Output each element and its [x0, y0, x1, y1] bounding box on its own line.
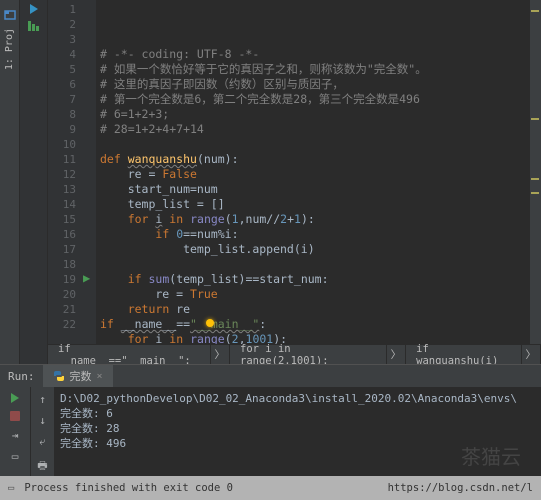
- project-tool-label[interactable]: 1: Proj: [4, 28, 15, 70]
- run-tab[interactable]: 完数 ×: [43, 365, 113, 387]
- line-number-gutter: 12345678910111213141516171819202122: [48, 0, 82, 344]
- breadcrumb-bar: if __name__=="__main__":〉for i in range(…: [48, 344, 541, 364]
- breadcrumb-separator: 〉: [387, 345, 407, 364]
- structure-icon[interactable]: [28, 20, 40, 34]
- editor-area: 12345678910111213141516171819202122 ▶ # …: [48, 0, 541, 364]
- rerun-button[interactable]: [11, 393, 19, 403]
- breadcrumb-item[interactable]: if __name__=="__main__":: [48, 345, 211, 364]
- down-button[interactable]: ↓: [39, 414, 46, 427]
- tool-window-bar[interactable]: 1: Proj: [0, 0, 20, 364]
- layout-button[interactable]: ▭: [12, 450, 19, 463]
- editor-scrollbar[interactable]: [529, 0, 541, 344]
- breadcrumb-item[interactable]: if wanquanshu(i): [406, 345, 521, 364]
- gutter-actions: [20, 0, 48, 364]
- run-tool-window: Run: 完数 × ⇥ ▭ ↑ ↓ ⤶ 🖶 D:\D02_p: [0, 364, 541, 476]
- project-tool-icon[interactable]: [3, 8, 17, 22]
- run-toolbar-secondary: ↑ ↓ ⤶ 🖶: [30, 387, 54, 476]
- soft-wrap-button[interactable]: ⤶: [39, 435, 45, 449]
- close-tab-icon[interactable]: ×: [97, 371, 103, 382]
- run-label: Run:: [0, 370, 43, 383]
- run-toolbar: ⇥ ▭: [0, 387, 30, 476]
- breadcrumb-separator: 〉: [522, 345, 541, 364]
- up-button[interactable]: ↑: [39, 393, 46, 406]
- status-message: Process finished with exit code 0: [24, 482, 233, 494]
- status-right: https://blog.csdn.net/l: [388, 482, 533, 494]
- console-output[interactable]: D:\D02_pythonDevelop\D02_02_Anaconda3\in…: [54, 387, 541, 476]
- breadcrumb-separator: 〉: [211, 345, 231, 364]
- stop-button[interactable]: [10, 411, 20, 421]
- print-button[interactable]: 🖶: [37, 457, 47, 476]
- code-editor[interactable]: # -*- coding: UTF-8 -*-# 如果一个数恰好等于它的真因子之…: [96, 0, 529, 344]
- run-gutter-icon[interactable]: [30, 4, 38, 14]
- run-gutter: ▶: [82, 0, 96, 344]
- run-tab-label: 完数: [70, 368, 92, 384]
- status-bar: ▭ Process finished with exit code 0 http…: [0, 476, 541, 500]
- python-file-icon: [53, 370, 65, 382]
- breadcrumb-item[interactable]: for i in range(2,1001):: [230, 345, 387, 364]
- tool-windows-icon[interactable]: ▭: [8, 482, 14, 494]
- caret-indicator: [206, 319, 214, 327]
- exit-button[interactable]: ⇥: [12, 429, 19, 442]
